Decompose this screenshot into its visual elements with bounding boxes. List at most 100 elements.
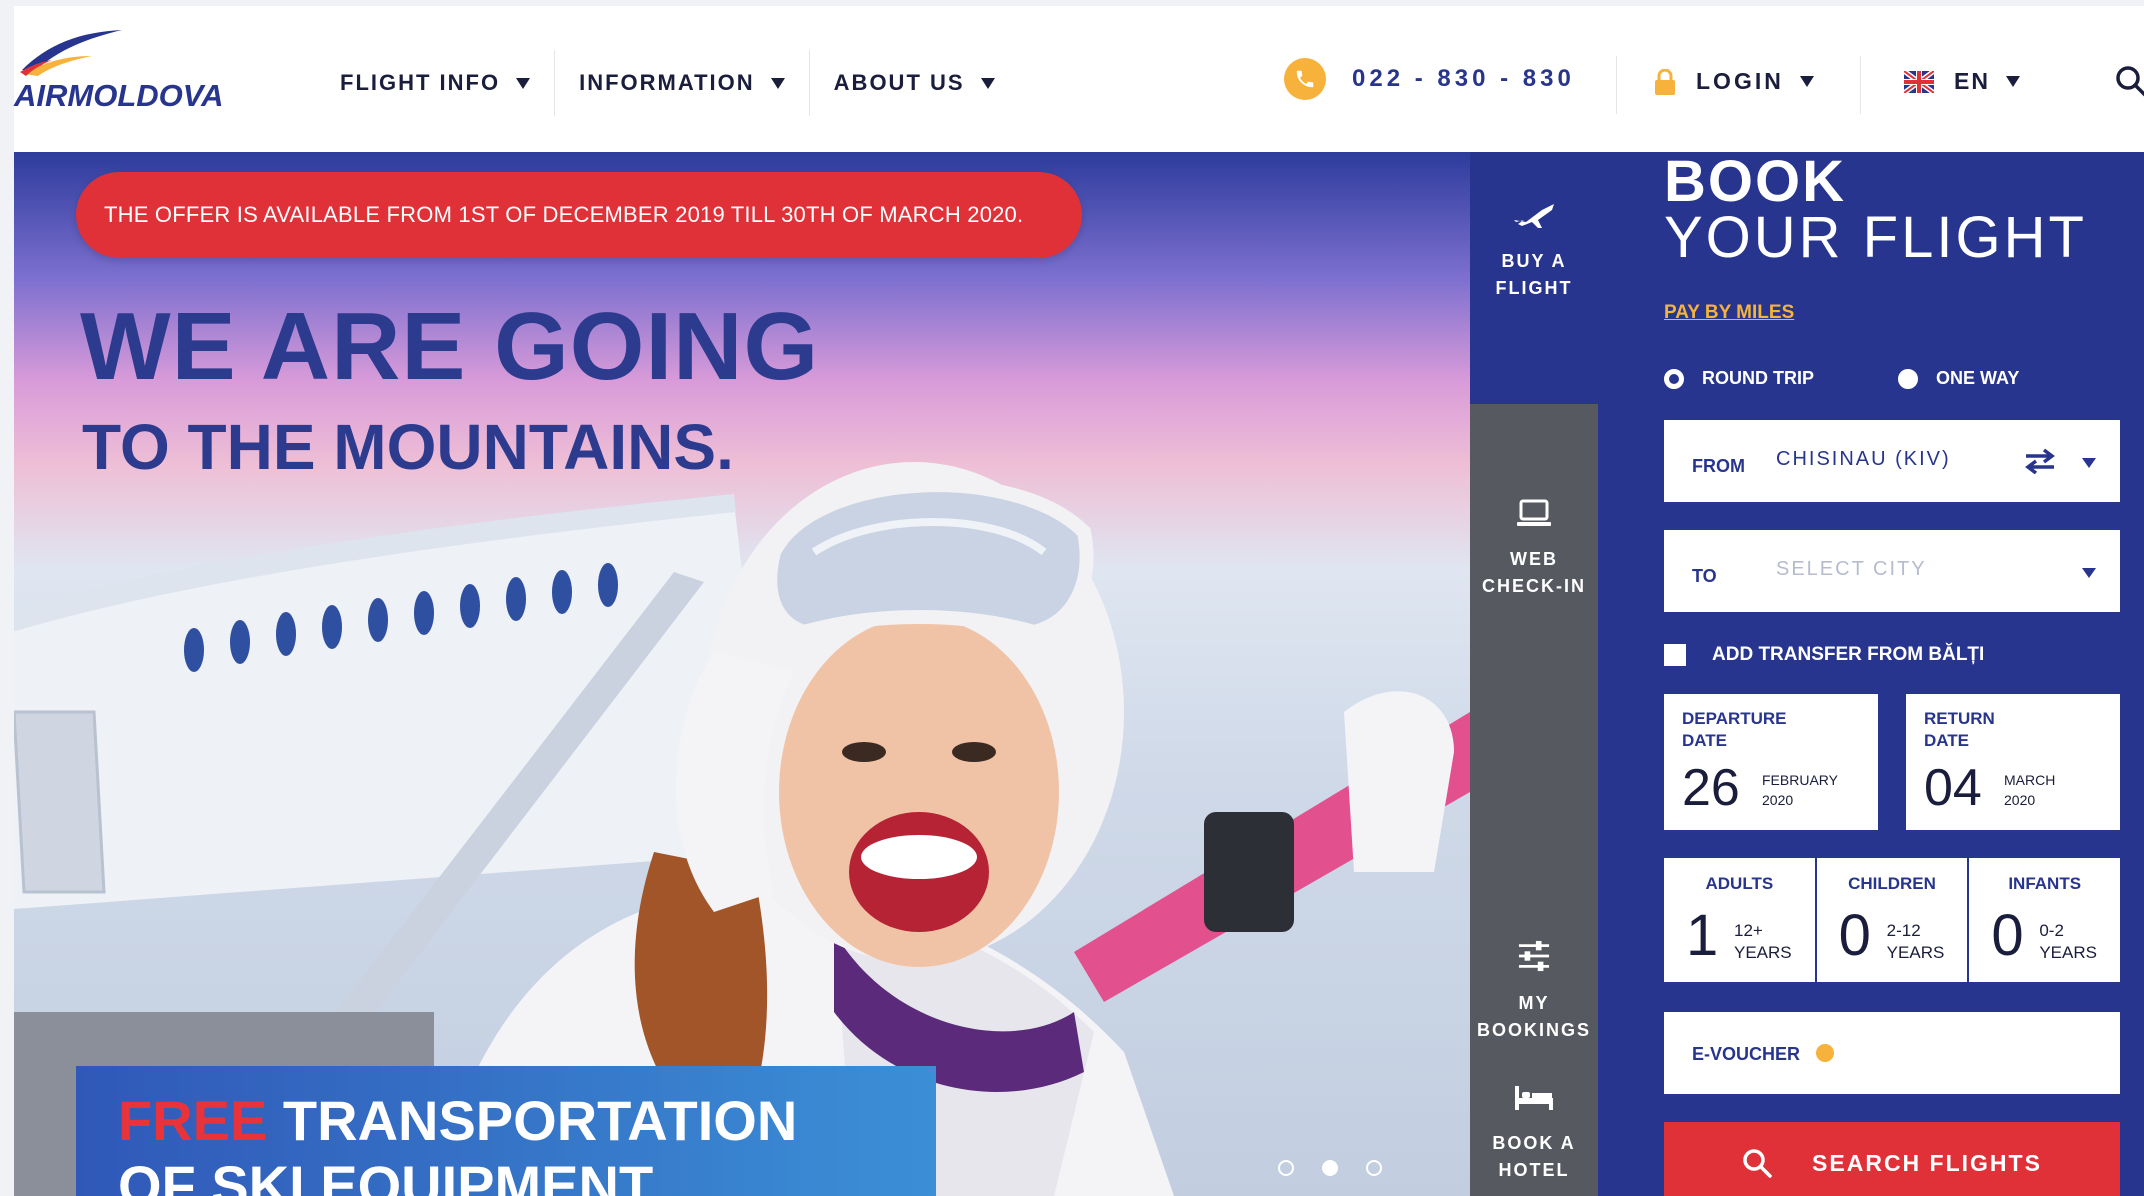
- slider-dots: [1278, 1160, 1382, 1176]
- header-divider: [1860, 56, 1861, 114]
- adults-title: ADULTS: [1705, 874, 1774, 893]
- infants-age-range: 0-2: [2039, 921, 2064, 940]
- nav-flight-info-label: FLIGHT INFO: [340, 70, 501, 95]
- infants-count: 0: [1991, 903, 2024, 968]
- header-divider: [1616, 56, 1617, 114]
- chevron-down-icon: [1799, 76, 1814, 87]
- plane-icon: [1514, 204, 1554, 228]
- round-trip-radio[interactable]: ROUND TRIP: [1664, 368, 1814, 389]
- search-flights-label: SEARCH FLIGHTS: [1812, 1149, 2042, 1176]
- phone-number: 022 - 830 - 830: [1352, 65, 1575, 92]
- tab-my-bookings[interactable]: MY BOOKINGS: [1470, 744, 1598, 1044]
- tab-my-bookings-label: MY BOOKINGS: [1476, 993, 1591, 1040]
- from-label: FROM: [1692, 456, 1745, 476]
- e-voucher-label: E-VOUCHER: [1692, 1044, 1801, 1064]
- to-label: TO: [1692, 566, 1717, 586]
- tab-book-hotel[interactable]: BOOK A HOTEL: [1470, 1044, 1598, 1196]
- departure-year: 2020: [1762, 792, 1794, 808]
- nav-about-us[interactable]: ABOUT US: [810, 50, 1019, 116]
- return-date-field[interactable]: RETURN DATE 04 MARCH 2020: [1906, 694, 2120, 830]
- adults-count: 1: [1686, 903, 1719, 968]
- infants-age: 0-2 YEARS: [2039, 920, 2097, 964]
- promo-line-1: FREE TRANSPORTATION: [118, 1088, 936, 1153]
- transfer-label: ADD TRANSFER FROM BĂLȚI: [1712, 644, 1985, 665]
- airmoldova-logo[interactable]: AIRMOLDOVA: [14, 26, 244, 116]
- children-selector[interactable]: CHILDREN 0 2-12 YEARS: [1817, 858, 1970, 982]
- children-count: 0: [1838, 903, 1871, 968]
- to-placeholder: SELECT CITY: [1776, 558, 1927, 580]
- bed-icon: [1515, 1086, 1553, 1110]
- departure-month: FEBRUARY: [1762, 772, 1838, 788]
- phone-icon: [1284, 58, 1326, 100]
- contact-phone[interactable]: 022 - 830 - 830: [1284, 58, 1575, 100]
- language-selector[interactable]: EN: [1904, 68, 2020, 95]
- hero-headline: WE ARE GOING: [80, 293, 820, 400]
- radio-button[interactable]: [1664, 368, 1684, 389]
- site-header: AIRMOLDOVA FLIGHT INFO INFORMATION ABOUT…: [14, 6, 2144, 152]
- info-icon[interactable]: [1816, 1044, 1834, 1062]
- nav-about-us-label: ABOUT US: [833, 70, 965, 95]
- children-age-range: 2-12: [1886, 921, 1921, 940]
- slider-dot[interactable]: [1278, 1160, 1294, 1176]
- search-icon[interactable]: [2114, 64, 2144, 98]
- chevron-down-icon: [2005, 76, 2020, 87]
- uk-flag-icon: [1904, 70, 1934, 93]
- offer-text: THE OFFER IS AVAILABLE FROM 1ST OF DECEM…: [104, 202, 1024, 227]
- promo-text: TRANSPORTATION: [267, 1089, 798, 1152]
- booking-panel: BOOK YOUR FLIGHT PAY BY MILES ROUND TRIP…: [1598, 149, 2144, 1196]
- nav-information[interactable]: INFORMATION: [555, 50, 810, 116]
- from-value: CHISINAU (KIV): [1776, 448, 1951, 470]
- transfer-checkbox-row[interactable]: ADD TRANSFER FROM BĂLȚI: [1664, 644, 1984, 666]
- tab-book-hotel-label: BOOK A HOTEL: [1492, 1133, 1576, 1180]
- passenger-selector: ADULTS 1 12+ YEARS CHILDREN 0 2-12 YEARS I…: [1664, 858, 2120, 982]
- swap-icon[interactable]: [2024, 448, 2056, 474]
- infants-age-unit: YEARS: [2039, 943, 2097, 962]
- departure-month-year: FEBRUARY 2020: [1762, 770, 1838, 810]
- infants-selector[interactable]: INFANTS 0 0-2 YEARS: [1969, 858, 2120, 982]
- slider-dot[interactable]: [1366, 1160, 1382, 1176]
- service-tabs: BUY A FLIGHT WEB CHECK-IN MY BOOKINGS BO…: [1470, 152, 1598, 1196]
- hero-subheadline: TO THE MOUNTAINS.: [82, 411, 734, 483]
- login-button[interactable]: LOGIN: [1654, 68, 1814, 95]
- round-trip-label: ROUND TRIP: [1702, 368, 1814, 388]
- return-month: MARCH: [2004, 772, 2056, 788]
- language-label: EN: [1954, 68, 1990, 94]
- departure-date-field[interactable]: DEPARTURE DATE 26 FEBRUARY 2020: [1664, 694, 1878, 830]
- chevron-down-icon: [516, 77, 531, 89]
- chevron-down-icon: [2082, 458, 2096, 468]
- one-way-label: ONE WAY: [1936, 368, 2020, 388]
- one-way-radio[interactable]: ONE WAY: [1898, 368, 2019, 389]
- from-field[interactable]: FROM CHISINAU (KIV): [1664, 420, 2120, 502]
- children-age: 2-12 YEARS: [1887, 920, 1945, 964]
- booking-subtitle: YOUR FLIGHT: [1664, 205, 2087, 270]
- adults-age-unit: YEARS: [1734, 943, 1792, 962]
- return-year: 2020: [2004, 792, 2036, 808]
- logo-wing-icon: [20, 30, 122, 76]
- hero-banner[interactable]: THE OFFER IS AVAILABLE FROM 1ST OF DECEM…: [14, 152, 1470, 1196]
- adults-selector[interactable]: ADULTS 1 12+ YEARS: [1664, 858, 1817, 982]
- return-date-title: RETURN DATE: [1924, 709, 1995, 750]
- radio-button[interactable]: [1898, 368, 1918, 389]
- tab-web-check-in[interactable]: WEB CHECK-IN: [1470, 404, 1598, 744]
- adults-age: 12+ YEARS: [1734, 920, 1792, 964]
- transfer-checkbox[interactable]: [1664, 644, 1686, 666]
- return-day: 04: [1924, 759, 1982, 817]
- chevron-down-icon: [2082, 568, 2096, 578]
- return-month-year: MARCH 2020: [2004, 770, 2055, 810]
- pay-by-miles-link[interactable]: PAY BY MILES: [1664, 302, 1794, 324]
- nav-information-label: INFORMATION: [579, 70, 755, 95]
- promo-highlight: FREE: [118, 1089, 268, 1152]
- promo-line-2: OF SKI EQUIPMENT: [118, 1154, 654, 1196]
- tab-buy-flight[interactable]: BUY A FLIGHT: [1470, 152, 1598, 404]
- adults-age-range: 12+: [1734, 921, 1763, 940]
- slider-dot-active[interactable]: [1322, 1160, 1338, 1176]
- search-flights-button[interactable]: SEARCH FLIGHTS: [1664, 1122, 2120, 1196]
- nav-flight-info[interactable]: FLIGHT INFO: [324, 50, 556, 116]
- children-title: CHILDREN: [1848, 874, 1936, 893]
- to-field[interactable]: TO SELECT CITY: [1664, 530, 2120, 612]
- e-voucher-field[interactable]: E-VOUCHER: [1664, 1012, 2120, 1094]
- promo-box[interactable]: FREE TRANSPORTATION OF SKI EQUIPMENT: [76, 1066, 936, 1196]
- login-label: LOGIN: [1696, 68, 1784, 94]
- tab-buy-flight-label: BUY A FLIGHT: [1495, 251, 1573, 298]
- sliders-icon: [1518, 940, 1550, 972]
